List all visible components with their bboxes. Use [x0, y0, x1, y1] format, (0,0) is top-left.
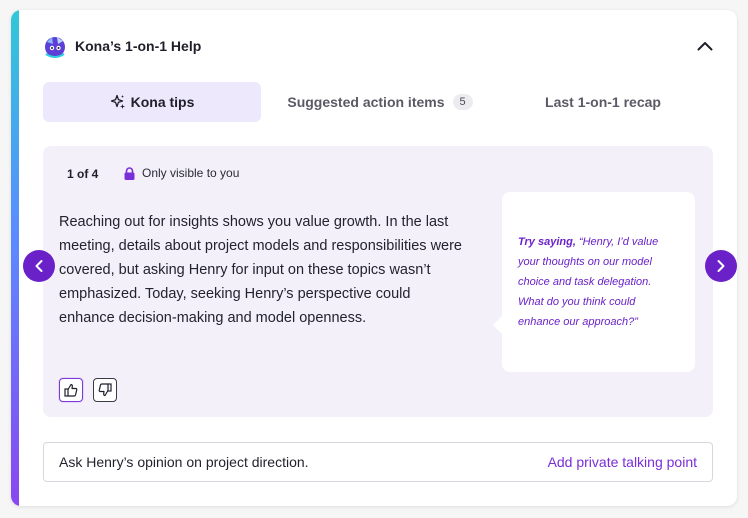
talking-point-row: Ask Henry’s opinion on project direction… — [43, 442, 713, 482]
next-tip-button[interactable] — [705, 250, 737, 282]
card-header: Kona’s 1-on-1 Help — [43, 34, 717, 58]
add-private-talking-point-link[interactable]: Add private talking point — [548, 454, 697, 470]
collapse-button[interactable] — [695, 36, 715, 56]
suggestion-quote: “Henry, I’d value your thoughts on our m… — [518, 236, 659, 328]
bubble-tail — [493, 316, 502, 334]
suggestion-lead: Try saying, — [518, 236, 576, 248]
tab-label: Kona tips — [130, 94, 195, 110]
accent-bar — [11, 10, 19, 506]
tab-label: Suggested action items — [287, 94, 445, 110]
kona-help-card: Kona’s 1-on-1 Help Kona tips Suggested a… — [11, 10, 737, 506]
suggestion-text: Try saying, “Henry, I’d value your thoug… — [518, 232, 668, 332]
tab-bar: Kona tips Suggested action items 5 Last … — [43, 82, 713, 122]
talking-point-text: Ask Henry’s opinion on project direction… — [59, 454, 309, 470]
action-items-count-badge: 5 — [452, 94, 473, 110]
visibility-text: Only visible to you — [142, 166, 240, 180]
tab-last-recap[interactable]: Last 1-on-1 recap — [495, 82, 711, 122]
tab-suggested-action-items[interactable]: Suggested action items 5 — [275, 82, 485, 122]
sparkle-icon — [110, 94, 126, 110]
suggestion-bubble: Try saying, “Henry, I’d value your thoug… — [493, 192, 695, 372]
chevron-up-icon — [697, 42, 713, 51]
tip-panel: 1 of 4 Only visible to you Reaching out … — [43, 146, 713, 417]
thumbs-down-button[interactable] — [93, 378, 117, 402]
tip-body: Reaching out for insights shows you valu… — [59, 214, 462, 326]
lock-icon — [124, 166, 135, 180]
tip-counter: 1 of 4 — [67, 167, 99, 181]
thumbs-up-button[interactable] — [59, 378, 83, 402]
header-title: Kona’s 1-on-1 Help — [75, 38, 202, 54]
thumbs-up-icon — [64, 383, 78, 397]
tab-label: Last 1-on-1 recap — [545, 94, 661, 110]
chevron-right-icon — [717, 260, 725, 272]
previous-tip-button[interactable] — [23, 250, 55, 282]
feedback-buttons — [59, 378, 117, 402]
tab-kona-tips[interactable]: Kona tips — [43, 82, 261, 122]
chevron-left-icon — [35, 260, 43, 272]
kona-logo-icon — [43, 34, 67, 58]
visibility-note: Only visible to you — [124, 166, 239, 180]
thumbs-down-icon — [98, 383, 112, 397]
